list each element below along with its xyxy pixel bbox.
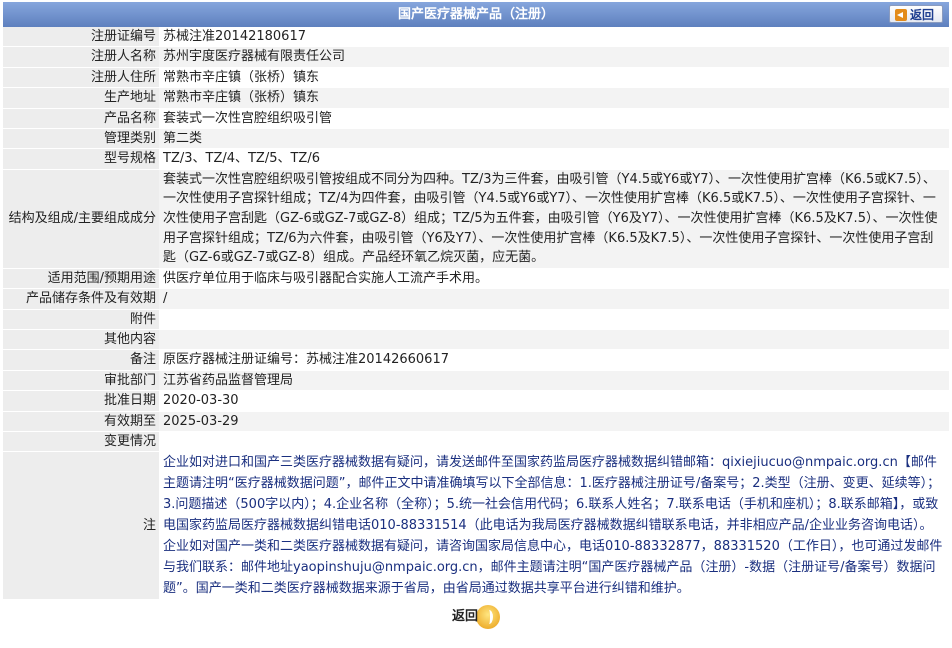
field-label: 有效期至 [3, 411, 159, 433]
field-value: TZ/3、TZ/4、TZ/5、TZ/6 [159, 148, 949, 170]
field-value: 套装式一次性宫腔组织吸引管 [159, 108, 949, 130]
row-structure-composition: 结构及组成/主要组成成分 套装式一次性宫腔组织吸引管按组成不同分为四种。TZ/3… [3, 169, 949, 269]
row-note: 注 企业如对进口和国产三类医疗器械数据有疑问，请发送邮件至国家药监局医疗器械数据… [3, 451, 949, 601]
field-value [159, 431, 949, 453]
back-button-label: 返回 [452, 609, 479, 625]
field-value: 原医疗器械注册证编号：苏械注准20142660617 [159, 349, 949, 371]
row-attachments: 附件 [3, 309, 949, 331]
field-label: 批准日期 [3, 390, 159, 412]
note-label: 注 [3, 451, 159, 601]
field-label: 生产地址 [3, 87, 159, 109]
row-remarks: 备注 原医疗器械注册证编号：苏械注准20142660617 [3, 349, 949, 371]
back-button-bottom[interactable]: 返回 [452, 604, 500, 630]
field-value: / [159, 288, 949, 310]
field-value: 常熟市辛庄镇（张桥）镇东 [159, 67, 949, 89]
back-arrow-icon [895, 9, 907, 21]
field-label: 管理类别 [3, 128, 159, 150]
row-approval-date: 批准日期 2020-03-30 [3, 390, 949, 412]
field-label: 注册人名称 [3, 46, 159, 68]
field-value [159, 309, 949, 331]
row-change-status: 变更情况 [3, 431, 949, 453]
page-title: 国产医疗器械产品（注册） [397, 7, 554, 22]
field-value: 第二类 [159, 128, 949, 150]
field-label: 型号规格 [3, 148, 159, 170]
back-button-top[interactable]: 返回 [889, 5, 943, 23]
field-label: 附件 [3, 309, 159, 331]
row-registration-number: 注册证编号 苏械注准20142180617 [3, 27, 949, 48]
field-label: 注册人住所 [3, 67, 159, 89]
product-info-table: 注册证编号 苏械注准20142180617 注册人名称 苏州宇度医疗器械有限责任… [3, 27, 949, 601]
row-management-category: 管理类别 第二类 [3, 128, 949, 150]
row-other-content: 其他内容 [3, 329, 949, 351]
field-value: 套装式一次性宫腔组织吸引管按组成不同分为四种。TZ/3为三件套，由吸引管（Y4.… [159, 169, 949, 269]
page-footer: 返回 [0, 604, 952, 632]
field-label: 备注 [3, 349, 159, 371]
note-text: 企业如对进口和国产三类医疗器械数据有疑问，请发送邮件至国家药监局医疗器械数据纠错… [159, 451, 949, 601]
field-value: 供医疗单位用于临床与吸引器配合实施人工流产手术用。 [159, 268, 949, 290]
row-intended-use: 适用范围/预期用途 供医疗单位用于临床与吸引器配合实施人工流产手术用。 [3, 268, 949, 290]
field-label: 注册证编号 [3, 27, 159, 48]
field-value: 2025-03-29 [159, 411, 949, 433]
row-registrant-address: 注册人住所 常熟市辛庄镇（张桥）镇东 [3, 67, 949, 89]
field-value: 江苏省药品监督管理局 [159, 370, 949, 392]
field-label: 审批部门 [3, 370, 159, 392]
field-value: 常熟市辛庄镇（张桥）镇东 [159, 87, 949, 109]
field-label: 产品储存条件及有效期 [3, 288, 159, 310]
row-storage-conditions: 产品储存条件及有效期 / [3, 288, 949, 310]
row-approval-department: 审批部门 江苏省药品监督管理局 [3, 370, 949, 392]
field-value: 苏州宇度医疗器械有限责任公司 [159, 46, 949, 68]
field-label: 结构及组成/主要组成成分 [3, 169, 159, 269]
row-product-name: 产品名称 套装式一次性宫腔组织吸引管 [3, 108, 949, 130]
back-circle-icon [476, 605, 500, 630]
back-button-label: 返回 [909, 8, 934, 22]
field-value: 2020-03-30 [159, 390, 949, 412]
field-label: 产品名称 [3, 108, 159, 130]
field-label: 其他内容 [3, 329, 159, 351]
row-valid-until: 有效期至 2025-03-29 [3, 411, 949, 433]
page-header: 国产医疗器械产品（注册） 返回 [3, 2, 949, 27]
row-production-address: 生产地址 常熟市辛庄镇（张桥）镇东 [3, 87, 949, 109]
row-model-spec: 型号规格 TZ/3、TZ/4、TZ/5、TZ/6 [3, 148, 949, 170]
field-value: 苏械注准20142180617 [159, 27, 949, 48]
field-label: 适用范围/预期用途 [3, 268, 159, 290]
field-value [159, 329, 949, 351]
field-label: 变更情况 [3, 431, 159, 453]
row-registrant-name: 注册人名称 苏州宇度医疗器械有限责任公司 [3, 46, 949, 68]
